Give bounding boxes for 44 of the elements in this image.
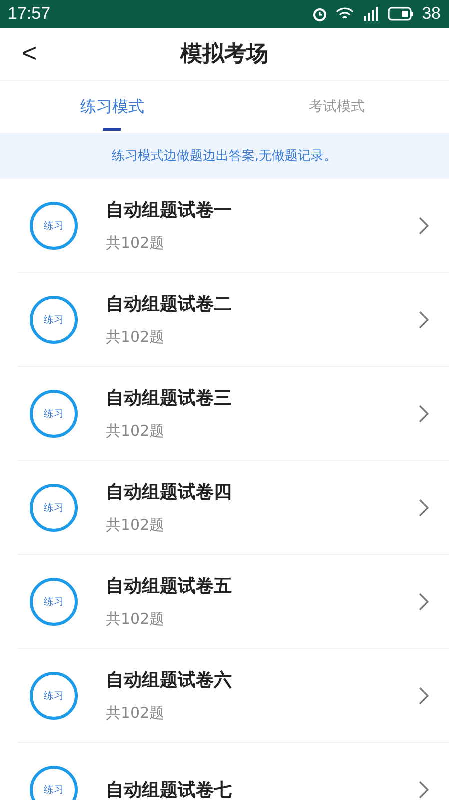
status-time: 17:57 (8, 4, 51, 24)
paper-title: 自动组题试卷五 (106, 575, 233, 598)
notice-banner: 练习模式边做题边出答案,无做题记录。 (0, 133, 449, 179)
practice-badge: 练习 (30, 766, 78, 800)
paper-title: 自动组题试卷六 (106, 669, 233, 692)
signal-icon (362, 7, 380, 21)
practice-badge: 练习 (30, 672, 78, 720)
paper-title: 自动组题试卷一 (106, 199, 233, 222)
chevron-right-icon (419, 780, 429, 798)
paper-item[interactable]: 练习 自动组题试卷二 共102题 (18, 273, 449, 367)
paper-item[interactable]: 练习 自动组题试卷四 共102题 (18, 461, 449, 555)
chevron-right-icon (419, 592, 429, 610)
chevron-right-icon (419, 686, 429, 704)
practice-badge: 练习 (30, 390, 78, 438)
question-count: 共102题 (106, 704, 166, 723)
wifi-icon (336, 7, 354, 21)
practice-badge: 练习 (30, 484, 78, 532)
practice-badge: 练习 (30, 578, 78, 626)
question-count: 共102题 (106, 328, 166, 347)
question-count: 共102题 (106, 610, 166, 629)
question-count: 共102题 (106, 516, 166, 535)
paper-item[interactable]: 练习 自动组题试卷六 共102题 (18, 649, 449, 743)
battery-icon (388, 7, 414, 21)
back-button[interactable]: < (18, 38, 42, 69)
paper-item[interactable]: 练习 自动组题试卷一 共102题 (18, 179, 449, 273)
question-count: 共102题 (106, 234, 166, 253)
battery-level: 38 (422, 4, 441, 24)
question-count: 共102题 (106, 422, 166, 441)
practice-badge: 练习 (30, 202, 78, 250)
mode-tab[interactable]: 练习模式 (0, 81, 224, 133)
paper-title: 自动组题试卷三 (106, 387, 233, 410)
paper-item[interactable]: 练习 自动组题试卷五 共102题 (18, 555, 449, 649)
alarm-icon (312, 6, 328, 22)
paper-item[interactable]: 练习 自动组题试卷三 共102题 (18, 367, 449, 461)
chevron-right-icon (419, 498, 429, 516)
paper-title: 自动组题试卷四 (106, 481, 233, 504)
paper-title: 自动组题试卷七 (106, 778, 233, 800)
paper-item[interactable]: 练习 自动组题试卷七 (18, 743, 449, 800)
chevron-right-icon (419, 216, 429, 234)
paper-title: 自动组题试卷二 (106, 293, 233, 316)
page-title: 模拟考场 (180, 41, 268, 69)
chevron-right-icon (419, 404, 429, 422)
practice-badge: 练习 (30, 296, 78, 344)
chevron-right-icon (419, 310, 429, 328)
